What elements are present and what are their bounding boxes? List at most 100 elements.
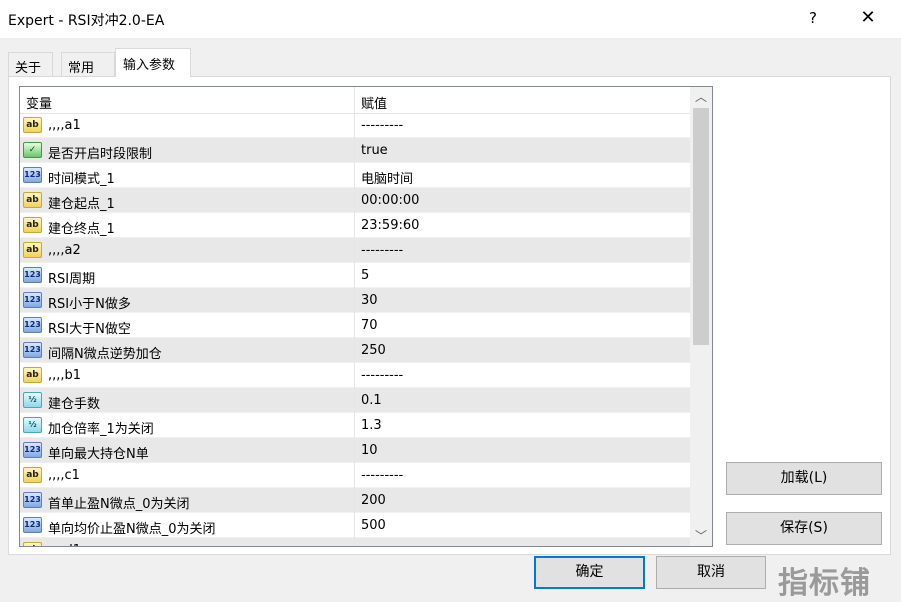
row-variable-name: 首单止盈N微点_0为关闭 <box>48 497 190 512</box>
row-variable-name: 时间模式_1 <box>48 172 115 187</box>
title-bar: Expert - RSI对冲2.0-EA ? ✕ <box>0 0 901 38</box>
row-value[interactable]: 10 <box>361 443 378 458</box>
column-divider <box>354 238 355 263</box>
column-header-value[interactable]: 赋值 <box>361 93 387 112</box>
integer-type-icon: 123 <box>23 442 42 458</box>
string-type-icon: ab <box>23 217 42 233</box>
table-body: ab ,,,,a1 --------- ✓ 是否开启时段限制 true 123 时间模式_1 电… <box>20 113 690 546</box>
table-row[interactable]: ½ 建仓手数 0.1 <box>20 388 690 413</box>
table-row[interactable]: ✓ 是否开启时段限制 true <box>20 138 690 163</box>
column-divider <box>354 113 355 138</box>
ok-button[interactable]: 确定 <box>534 556 645 589</box>
row-value[interactable]: 23:59:60 <box>361 218 419 233</box>
row-variable-name: 间隔N微点逆势加仓 <box>48 347 162 362</box>
row-value[interactable]: 200 <box>361 493 386 508</box>
table-row[interactable]: ab ,,,,a2 --------- <box>20 238 690 263</box>
column-divider <box>354 213 355 238</box>
column-divider <box>354 363 355 388</box>
row-variable-name: ,,,,a2 <box>48 243 81 258</box>
row-variable-name: ,,,,d1 <box>48 543 81 546</box>
tab-inputs[interactable]: 输入参数 <box>115 48 191 77</box>
table-row[interactable]: ab ,,,,a1 --------- <box>20 113 690 138</box>
boolean-type-icon: ✓ <box>23 142 42 158</box>
column-divider <box>354 338 355 363</box>
row-value[interactable]: 0.1 <box>361 393 382 408</box>
integer-type-icon: 123 <box>23 292 42 308</box>
table-row[interactable]: 123 RSI周期 5 <box>20 263 690 288</box>
column-divider[interactable] <box>354 87 355 113</box>
row-value[interactable]: true <box>361 143 388 158</box>
column-divider <box>354 388 355 413</box>
column-divider <box>354 538 355 546</box>
row-value[interactable]: 70 <box>361 318 378 333</box>
table-row[interactable]: 123 间隔N微点逆势加仓 250 <box>20 338 690 363</box>
chevron-down-icon[interactable]: ﹀ <box>690 527 712 545</box>
string-type-icon: ab <box>23 192 42 208</box>
row-variable-name: 加仓倍率_1为关闭 <box>48 422 154 437</box>
load-button[interactable]: 加载(L) <box>726 462 882 495</box>
save-button[interactable]: 保存(S) <box>726 512 882 545</box>
row-variable-name: ,,,,c1 <box>48 468 80 483</box>
chevron-up-icon[interactable]: ︿ <box>690 88 712 106</box>
table-row[interactable]: ½ 加仓倍率_1为关闭 1.3 <box>20 413 690 438</box>
row-value[interactable]: --------- <box>361 118 403 133</box>
integer-type-icon: 123 <box>23 267 42 283</box>
row-value[interactable]: 30 <box>361 293 378 308</box>
row-value[interactable]: 00:00:00 <box>361 193 419 208</box>
column-divider <box>354 163 355 188</box>
window-title: Expert - RSI对冲2.0-EA <box>8 13 165 29</box>
tab-common[interactable]: 常用 <box>61 52 115 76</box>
table-row[interactable]: ab 建仓起点_1 00:00:00 <box>20 188 690 213</box>
tab-about[interactable]: 关于 <box>8 52 53 76</box>
double-type-icon: ½ <box>23 417 42 433</box>
table-row[interactable]: ab ,,,,c1 --------- <box>20 463 690 488</box>
table-row[interactable]: 123 首单止盈N微点_0为关闭 200 <box>20 488 690 513</box>
column-divider <box>354 488 355 513</box>
row-value[interactable]: --------- <box>361 368 403 383</box>
column-divider <box>354 263 355 288</box>
row-value[interactable]: 5 <box>361 268 369 283</box>
row-variable-name: 建仓手数 <box>48 397 101 412</box>
row-variable-name: 建仓起点_1 <box>48 197 115 212</box>
column-divider <box>354 313 355 338</box>
row-value[interactable]: --------- <box>361 243 403 258</box>
row-value[interactable]: 电脑时间 <box>361 168 413 187</box>
string-type-icon: ab <box>23 117 42 133</box>
table-row[interactable]: 123 RSI小于N做多 30 <box>20 288 690 313</box>
string-type-icon: ab <box>23 367 42 383</box>
row-variable-name: ,,,,b1 <box>48 368 82 383</box>
table-row[interactable]: ab ,,,,b1 --------- <box>20 363 690 388</box>
string-type-icon: ab <box>23 542 42 546</box>
parameters-table: 变量 赋值 ab ,,,,a1 --------- ✓ 是否开启时段限制 true 123 时… <box>19 86 713 547</box>
double-type-icon: ½ <box>23 392 42 408</box>
integer-type-icon: 123 <box>23 517 42 533</box>
table-row[interactable]: ab ,,,,d1 --------- <box>20 538 690 546</box>
column-divider <box>354 463 355 488</box>
integer-type-icon: 123 <box>23 317 42 333</box>
vertical-scrollbar[interactable]: ︿ ﹀ <box>690 87 712 546</box>
table-row[interactable]: ab 建仓终点_1 23:59:60 <box>20 213 690 238</box>
scrollbar-thumb[interactable] <box>693 108 709 345</box>
string-type-icon: ab <box>23 467 42 483</box>
column-header-variable[interactable]: 变量 <box>26 93 52 112</box>
row-variable-name: ,,,,a1 <box>48 118 81 133</box>
table-row[interactable]: 123 单向均价止盈N微点_0为关闭 500 <box>20 513 690 538</box>
row-value[interactable]: --------- <box>361 543 403 546</box>
string-type-icon: ab <box>23 242 42 258</box>
table-row[interactable]: 123 单向最大持仓N单 10 <box>20 438 690 463</box>
row-value[interactable]: 1.3 <box>361 418 382 433</box>
row-value[interactable]: 500 <box>361 518 386 533</box>
close-button[interactable]: ✕ <box>858 7 878 28</box>
column-divider <box>354 438 355 463</box>
column-divider <box>354 138 355 163</box>
row-variable-name: 单向最大持仓N单 <box>48 447 149 462</box>
row-variable-name: RSI大于N做空 <box>48 322 131 337</box>
table-row[interactable]: 123 时间模式_1 电脑时间 <box>20 163 690 188</box>
row-value[interactable]: 250 <box>361 343 386 358</box>
table-header: 变量 赋值 <box>20 87 690 114</box>
help-button[interactable]: ? <box>806 9 820 27</box>
row-value[interactable]: --------- <box>361 468 403 483</box>
row-variable-name: 单向均价止盈N微点_0为关闭 <box>48 522 216 537</box>
cancel-button[interactable]: 取消 <box>656 556 766 589</box>
table-row[interactable]: 123 RSI大于N做空 70 <box>20 313 690 338</box>
